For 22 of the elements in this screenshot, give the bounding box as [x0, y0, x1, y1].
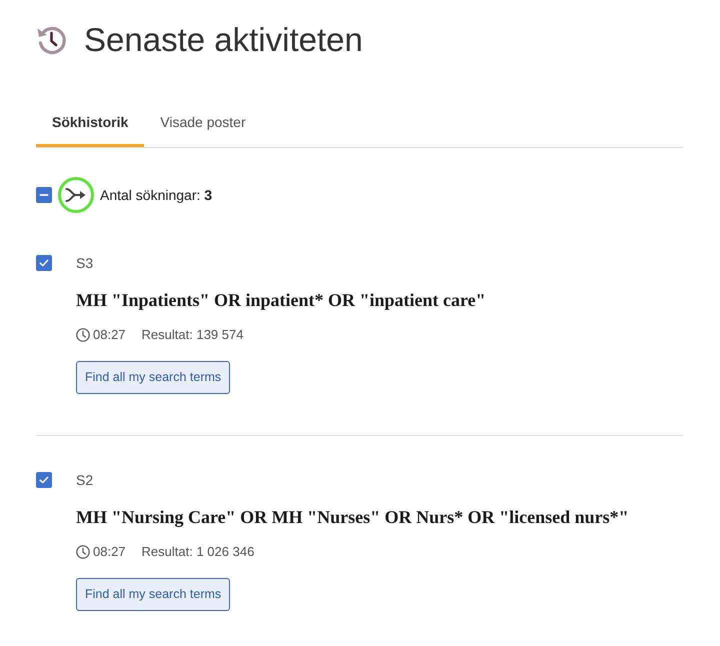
clock-icon [76, 328, 90, 342]
search-number: S3 [76, 254, 94, 272]
merge-arrow-icon [65, 187, 87, 203]
checkbox[interactable] [36, 472, 52, 488]
search-query: MH "Nursing Care" OR MH "Nurses" OR Nurs* OR "licensed nurs*" [76, 506, 629, 529]
tab[interactable]: Visade poster [144, 103, 262, 147]
search-time: 08:27 [93, 543, 126, 561]
history-icon [36, 24, 68, 56]
clock-icon [76, 545, 90, 559]
combine-searches-button[interactable] [58, 177, 94, 213]
checkbox[interactable] [36, 187, 52, 203]
search-number: S2 [76, 470, 94, 490]
find-search-terms-button[interactable]: Find all my search terms [76, 361, 230, 394]
find-search-terms-button[interactable]: Find all my search terms [76, 578, 230, 611]
page-title: Senaste aktiviteten [84, 22, 363, 58]
tab[interactable]: Sökhistorik [36, 103, 144, 147]
result-count: Resultat: 139 574 [142, 326, 244, 344]
checkbox[interactable] [36, 255, 52, 271]
search-count: Antal sökningar: 3 [100, 186, 212, 205]
search-query: MH "Inpatients" OR inpatient* OR "inpatient care" [76, 289, 486, 312]
search-time: 08:27 [93, 326, 126, 344]
result-count: Resultat: 1 026 346 [142, 543, 254, 561]
